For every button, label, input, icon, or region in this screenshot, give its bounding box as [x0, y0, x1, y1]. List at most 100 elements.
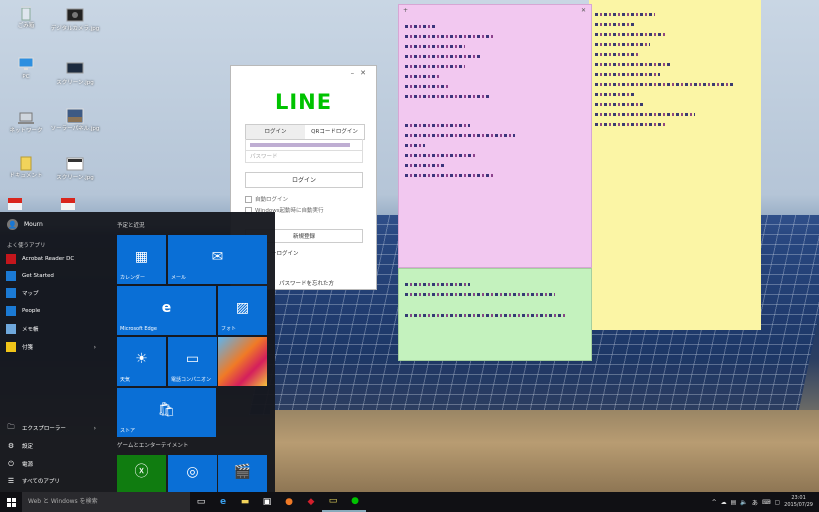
- search-input[interactable]: Web と Windows を検索: [22, 492, 190, 512]
- sticky-note-pink[interactable]: + ✕: [398, 4, 592, 268]
- redacted-text: [595, 103, 645, 106]
- tile-calendar[interactable]: ▦ カレンダー: [117, 235, 166, 284]
- redacted-text: [405, 134, 515, 137]
- minimize-button[interactable]: –: [351, 69, 361, 77]
- sticky-notes-icon: [6, 342, 16, 352]
- edge-icon: e: [161, 300, 172, 317]
- chevron-right-icon[interactable]: ›: [94, 425, 96, 432]
- lightbulb-icon: [6, 271, 16, 281]
- tile-store[interactable]: 🛍 ストア: [117, 388, 216, 437]
- app-item[interactable]: Acrobat Reader DC: [6, 252, 106, 266]
- recycle-bin-icon: [17, 5, 35, 21]
- line-icon[interactable]: ●: [344, 492, 366, 512]
- movies-icon: 🎬: [233, 463, 252, 480]
- tile-movies[interactable]: 🎬: [218, 455, 267, 492]
- tiles-group-heading: ゲームとエンターテイメント: [117, 443, 189, 449]
- redacted-text: [405, 55, 480, 58]
- forgot-password-link[interactable]: パスワードを忘れた方: [279, 279, 334, 287]
- windows-logo-icon: [6, 497, 16, 507]
- power-item[interactable]: ⏻ 電源: [6, 457, 106, 471]
- redacted-text: [405, 45, 465, 48]
- tile-mail[interactable]: ✉ メール: [168, 235, 267, 284]
- desktop-icon[interactable]: ソーラーパネル.jpg: [45, 108, 105, 133]
- start-button[interactable]: [0, 492, 22, 512]
- tab-qr-login[interactable]: QRコードログイン: [305, 125, 364, 139]
- app-item[interactable]: 付箋 ›: [6, 340, 106, 354]
- groove-music-icon: ◎: [186, 463, 199, 480]
- sticky-note-yellow[interactable]: [589, 0, 761, 330]
- firefox-icon[interactable]: ●: [278, 492, 300, 512]
- phone-companion-icon: ▭: [185, 351, 200, 368]
- pdf-file-icon[interactable]: [5, 198, 25, 213]
- tile-weather[interactable]: ☀ 天気: [117, 337, 166, 386]
- chevron-up-icon[interactable]: ^: [712, 499, 717, 506]
- password-field[interactable]: パスワード: [245, 151, 363, 163]
- edge-icon[interactable]: e: [212, 492, 234, 512]
- redacted-text: [595, 13, 655, 16]
- redacted-text: [595, 53, 640, 56]
- add-note-icon[interactable]: +: [403, 7, 408, 14]
- start-menu-tiles: 予定と近況 ▦ カレンダー ✉ メール e Microsoft Edge ▨ フ…: [112, 212, 275, 492]
- app-item[interactable]: People: [6, 304, 106, 318]
- explorer-item[interactable]: 🗀 エクスプローラー ›: [6, 421, 106, 435]
- app-item[interactable]: Get Started: [6, 269, 106, 283]
- store-icon: 🛍: [157, 402, 176, 419]
- file-explorer-icon[interactable]: ▬: [234, 492, 256, 512]
- onedrive-icon[interactable]: ☁: [721, 499, 727, 506]
- tile-photos[interactable]: ▨ フォト: [218, 286, 267, 335]
- mail-icon: ✉: [211, 249, 224, 266]
- login-button[interactable]: ログイン: [245, 172, 363, 188]
- pdf-file-icon[interactable]: [58, 198, 78, 213]
- close-icon[interactable]: ✕: [581, 7, 586, 14]
- network-icon[interactable]: ▤: [731, 499, 737, 506]
- notifications-icon[interactable]: ▢: [775, 499, 781, 506]
- settings-item[interactable]: ⚙ 設定: [6, 439, 106, 453]
- people-icon: [6, 306, 16, 316]
- close-button[interactable]: ✕: [360, 69, 372, 77]
- photos-icon: ▨: [235, 300, 250, 317]
- desktop-icon[interactable]: スクリーン.jpg: [45, 157, 105, 182]
- redacted-text: [405, 164, 445, 167]
- email-field[interactable]: [245, 139, 363, 151]
- volume-icon[interactable]: 🔈: [740, 499, 747, 506]
- sticky-notes-icon[interactable]: ▭: [322, 492, 344, 512]
- all-apps-icon: ☰: [7, 477, 15, 485]
- desktop-icon[interactable]: デジタルカメラ.jpg: [45, 8, 105, 33]
- folder-icon: 🗀: [7, 422, 15, 431]
- tile-groove-music[interactable]: ◎: [168, 455, 217, 492]
- tile-phone-companion[interactable]: ▭ 電話コンパニオン: [168, 337, 217, 386]
- image-file-icon: [66, 62, 84, 78]
- redacted-text: [595, 93, 635, 96]
- auto-login-checkbox[interactable]: 自動ログイン: [245, 195, 288, 203]
- checkbox-box: [245, 196, 252, 203]
- tiles-group-heading: 予定と近況: [117, 223, 145, 229]
- sticky-note-green[interactable]: [398, 268, 592, 361]
- tile-edge[interactable]: e Microsoft Edge: [117, 286, 216, 335]
- redacted-text: [595, 73, 660, 76]
- folder-icon: [17, 155, 35, 171]
- easy-login-link[interactable]: ーログイン: [271, 249, 299, 257]
- chevron-right-icon[interactable]: ›: [94, 344, 96, 351]
- tab-login[interactable]: ログイン: [246, 125, 305, 139]
- app-item[interactable]: メモ帳: [6, 322, 106, 336]
- user-account[interactable]: 👤 Mourn: [7, 219, 43, 230]
- ime-icon[interactable]: あ: [752, 498, 758, 507]
- system-tray: ^ ☁ ▤ 🔈 あ ⌨ ▢ 23:01 2015/07/29: [712, 492, 813, 512]
- tile-candy-crush[interactable]: [218, 337, 267, 386]
- tile-xbox[interactable]: ⓧ: [117, 455, 166, 492]
- redacted-text: [405, 154, 475, 157]
- desktop-icon[interactable]: スクリーン.jpg: [45, 62, 105, 87]
- redacted-text: [595, 23, 635, 26]
- xbox-icon: ⓧ: [134, 463, 149, 480]
- notepad-icon: [6, 324, 16, 334]
- store-icon[interactable]: ▣: [256, 492, 278, 512]
- clock[interactable]: 23:01 2015/07/29: [784, 495, 813, 509]
- task-view-icon[interactable]: ▭: [190, 492, 212, 512]
- acrobat-icon: [6, 254, 16, 264]
- app-item[interactable]: マップ: [6, 286, 106, 300]
- keyboard-icon[interactable]: ⌨: [762, 499, 771, 506]
- redacted-text: [405, 25, 435, 28]
- redacted-text: [405, 124, 470, 127]
- all-apps-item[interactable]: ☰ すべてのアプリ: [6, 474, 106, 488]
- app-icon[interactable]: ◆: [300, 492, 322, 512]
